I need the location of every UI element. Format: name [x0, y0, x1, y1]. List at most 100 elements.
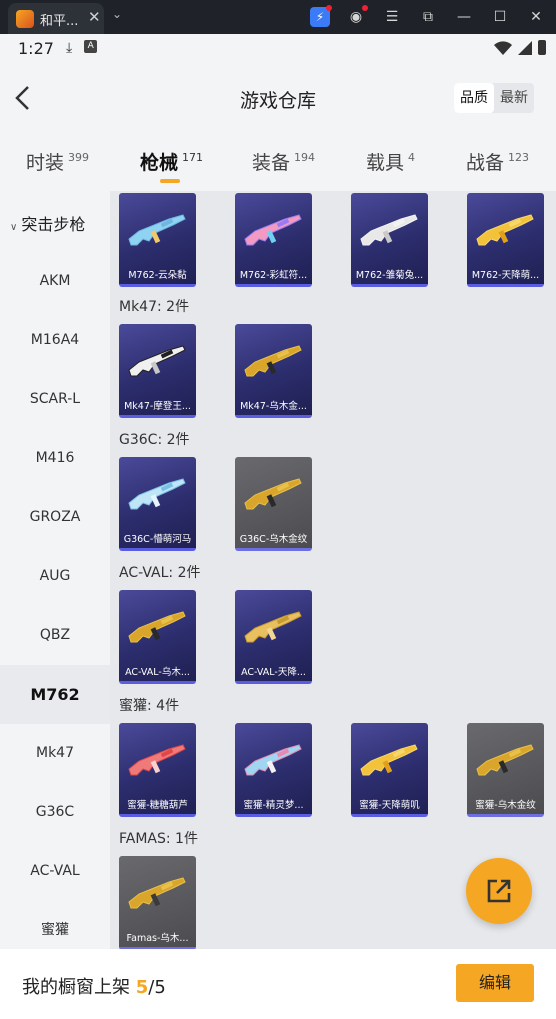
lightning-icon[interactable]: ⚡: [310, 5, 332, 27]
status-bar: 1:27 ⤓ A: [0, 34, 556, 64]
showcase-status: 我的橱窗上架 5/5: [22, 973, 166, 999]
external-link-icon: [487, 879, 511, 903]
weapon-group-label: Mk47: 2件: [119, 299, 190, 315]
weapon-skin-name: M762-云朵黏: [128, 270, 187, 281]
sidebar-group-assault-rifle[interactable]: ∨ 突击步枪: [10, 211, 85, 235]
weapon-skin-name: M762-天降萌...: [471, 270, 540, 281]
weapon-skin-name: 蜜獾-乌木金纹: [475, 800, 536, 811]
menu-icon[interactable]: ☰: [382, 7, 402, 27]
chevron-down-icon: ∨: [10, 222, 18, 233]
rifle-icon: [128, 744, 186, 776]
download-icon: ⤓: [66, 40, 73, 56]
tab-count: 123: [508, 151, 530, 164]
rifle-icon: [128, 478, 186, 510]
weapon-skin-card[interactable]: 蜜獾-天降萌叽: [351, 723, 428, 817]
edit-button[interactable]: 编辑: [456, 964, 534, 1002]
weapon-grid: M762-云朵黏 M762-彩虹符... M762-雏菊兔... M762-天降萌..…: [110, 191, 556, 949]
rifle-icon: [244, 744, 302, 776]
rifle-icon: [244, 214, 302, 246]
tab-fashion[interactable]: 时装 399: [26, 148, 89, 175]
status-time: 1:27: [18, 39, 54, 58]
weapon-sidebar: ∨ 突击步枪 AKM M16A4 SCAR-L M416 GROZA AUG QBZ M762 M…: [0, 191, 110, 949]
sidebar-item[interactable]: SCAR-L: [0, 370, 110, 429]
rifle-icon: [244, 611, 302, 643]
rifle-icon: [244, 478, 302, 510]
sidebar-item[interactable]: AC-VAL: [0, 842, 110, 901]
weapon-group-label: AC-VAL: 2件: [119, 565, 201, 581]
sidebar-item[interactable]: GROZA: [0, 488, 110, 547]
tab-label: 装备: [252, 152, 291, 174]
rifle-icon: [360, 744, 418, 776]
weapon-skin-name: M762-彩虹符...: [239, 270, 308, 281]
tab-label: 战备: [466, 152, 505, 174]
rifle-icon: [476, 214, 534, 246]
tab-title: 和平...: [40, 14, 79, 29]
weapon-skin-card[interactable]: AC-VAL-天降...: [235, 590, 312, 684]
sidebar-item[interactable]: Mk47: [0, 724, 110, 783]
weapon-skin-name: Mk47-摩登王...: [124, 401, 191, 412]
weapon-skin-card[interactable]: 蜜獾-精灵梦...: [235, 723, 312, 817]
sidebar-item[interactable]: AKM: [0, 252, 110, 311]
weapon-skin-card[interactable]: Famas-乌木...: [119, 856, 196, 949]
app-favicon-icon: [16, 10, 34, 28]
sidebar-item[interactable]: QBZ: [0, 606, 110, 665]
weapon-skin-name: G36C-懵萌河马: [123, 534, 192, 545]
sidebar-item[interactable]: G36C: [0, 783, 110, 842]
share-button[interactable]: [466, 858, 532, 924]
tab-count: 194: [294, 151, 316, 164]
showcase-count: 5: [135, 977, 149, 998]
weapon-skin-name: Famas-乌木...: [126, 933, 189, 944]
sidebar-item[interactable]: AUG: [0, 547, 110, 606]
chevron-down-icon[interactable]: ⌄: [112, 7, 122, 21]
weapon-skin-name: 蜜獾-天降萌叽: [359, 800, 420, 811]
weapon-skin-name: M762-雏菊兔...: [355, 270, 424, 281]
weapon-skin-card[interactable]: Mk47-摩登王...: [119, 324, 196, 418]
rifle-icon: [360, 214, 418, 246]
weapon-group-label: FAMAS: 1件: [119, 831, 198, 847]
weapon-skin-name: G36C-乌木金纹: [239, 534, 308, 545]
tab-count: 171: [182, 151, 204, 164]
sort-quality-button[interactable]: 品质: [454, 83, 494, 113]
weapon-skin-card[interactable]: 蜜獾-糖糖葫芦: [119, 723, 196, 817]
weapon-skin-card[interactable]: M762-彩虹符...: [235, 193, 312, 287]
weapon-skin-name: Mk47-乌木金...: [240, 401, 307, 412]
close-icon[interactable]: ✕: [88, 8, 101, 26]
rifle-icon: [476, 744, 534, 776]
weapon-skin-card[interactable]: G36C-懵萌河马: [119, 457, 196, 551]
weapon-skin-name: 蜜獾-糖糖葫芦: [127, 800, 188, 811]
sidebar-item[interactable]: M762: [0, 665, 110, 724]
tab-label: 时装: [26, 152, 65, 174]
app-header: 游戏仓库 品质 最新: [0, 64, 556, 134]
showcase-label: 我的橱窗上架: [22, 977, 130, 998]
weapon-skin-card[interactable]: AC-VAL-乌木...: [119, 590, 196, 684]
weapon-skin-card[interactable]: M762-云朵黏: [119, 193, 196, 287]
showcase-bar: 我的橱窗上架 5/5 编辑: [0, 949, 556, 1019]
weapon-skin-card[interactable]: 蜜獾-乌木金纹: [467, 723, 544, 817]
account-icon[interactable]: ◉: [346, 5, 368, 27]
browser-titlebar: 和平... ✕ ⌄ ⚡ ◉ ☰ ⧉ — ☐ ✕: [0, 0, 556, 34]
weapon-skin-card[interactable]: Mk47-乌木金...: [235, 324, 312, 418]
sidebar-item[interactable]: M416: [0, 429, 110, 488]
rifle-icon: [128, 345, 186, 377]
weapon-skin-name: AC-VAL-乌木...: [125, 667, 190, 678]
tab-supplies[interactable]: 战备 123: [466, 148, 529, 175]
browser-tab[interactable]: 和平... ✕: [8, 3, 104, 34]
sidebar-item[interactable]: M16A4: [0, 311, 110, 370]
maximize-icon[interactable]: ☐: [490, 7, 510, 27]
weapon-skin-name: 蜜獾-精灵梦...: [243, 800, 304, 811]
tab-equipment[interactable]: 装备 194: [252, 148, 315, 175]
window-close-icon[interactable]: ✕: [526, 7, 546, 27]
minimize-icon[interactable]: —: [454, 7, 474, 27]
weapon-skin-name: AC-VAL-天降...: [241, 667, 306, 678]
weapon-skin-card[interactable]: M762-雏菊兔...: [351, 193, 428, 287]
sort-latest-button[interactable]: 最新: [494, 83, 534, 113]
sidebar-group-label: 突击步枪: [21, 215, 86, 234]
weapon-skin-card[interactable]: M762-天降萌...: [467, 193, 544, 287]
active-tab-indicator: [160, 179, 180, 183]
tab-vehicles[interactable]: 载具 4: [366, 148, 415, 175]
weapon-skin-card[interactable]: G36C-乌木金纹: [235, 457, 312, 551]
signal-icon: [518, 40, 532, 55]
screenshot-icon[interactable]: ⧉: [418, 7, 438, 27]
tab-weapons[interactable]: 枪械 171: [140, 148, 203, 175]
tab-count: 399: [68, 151, 90, 164]
